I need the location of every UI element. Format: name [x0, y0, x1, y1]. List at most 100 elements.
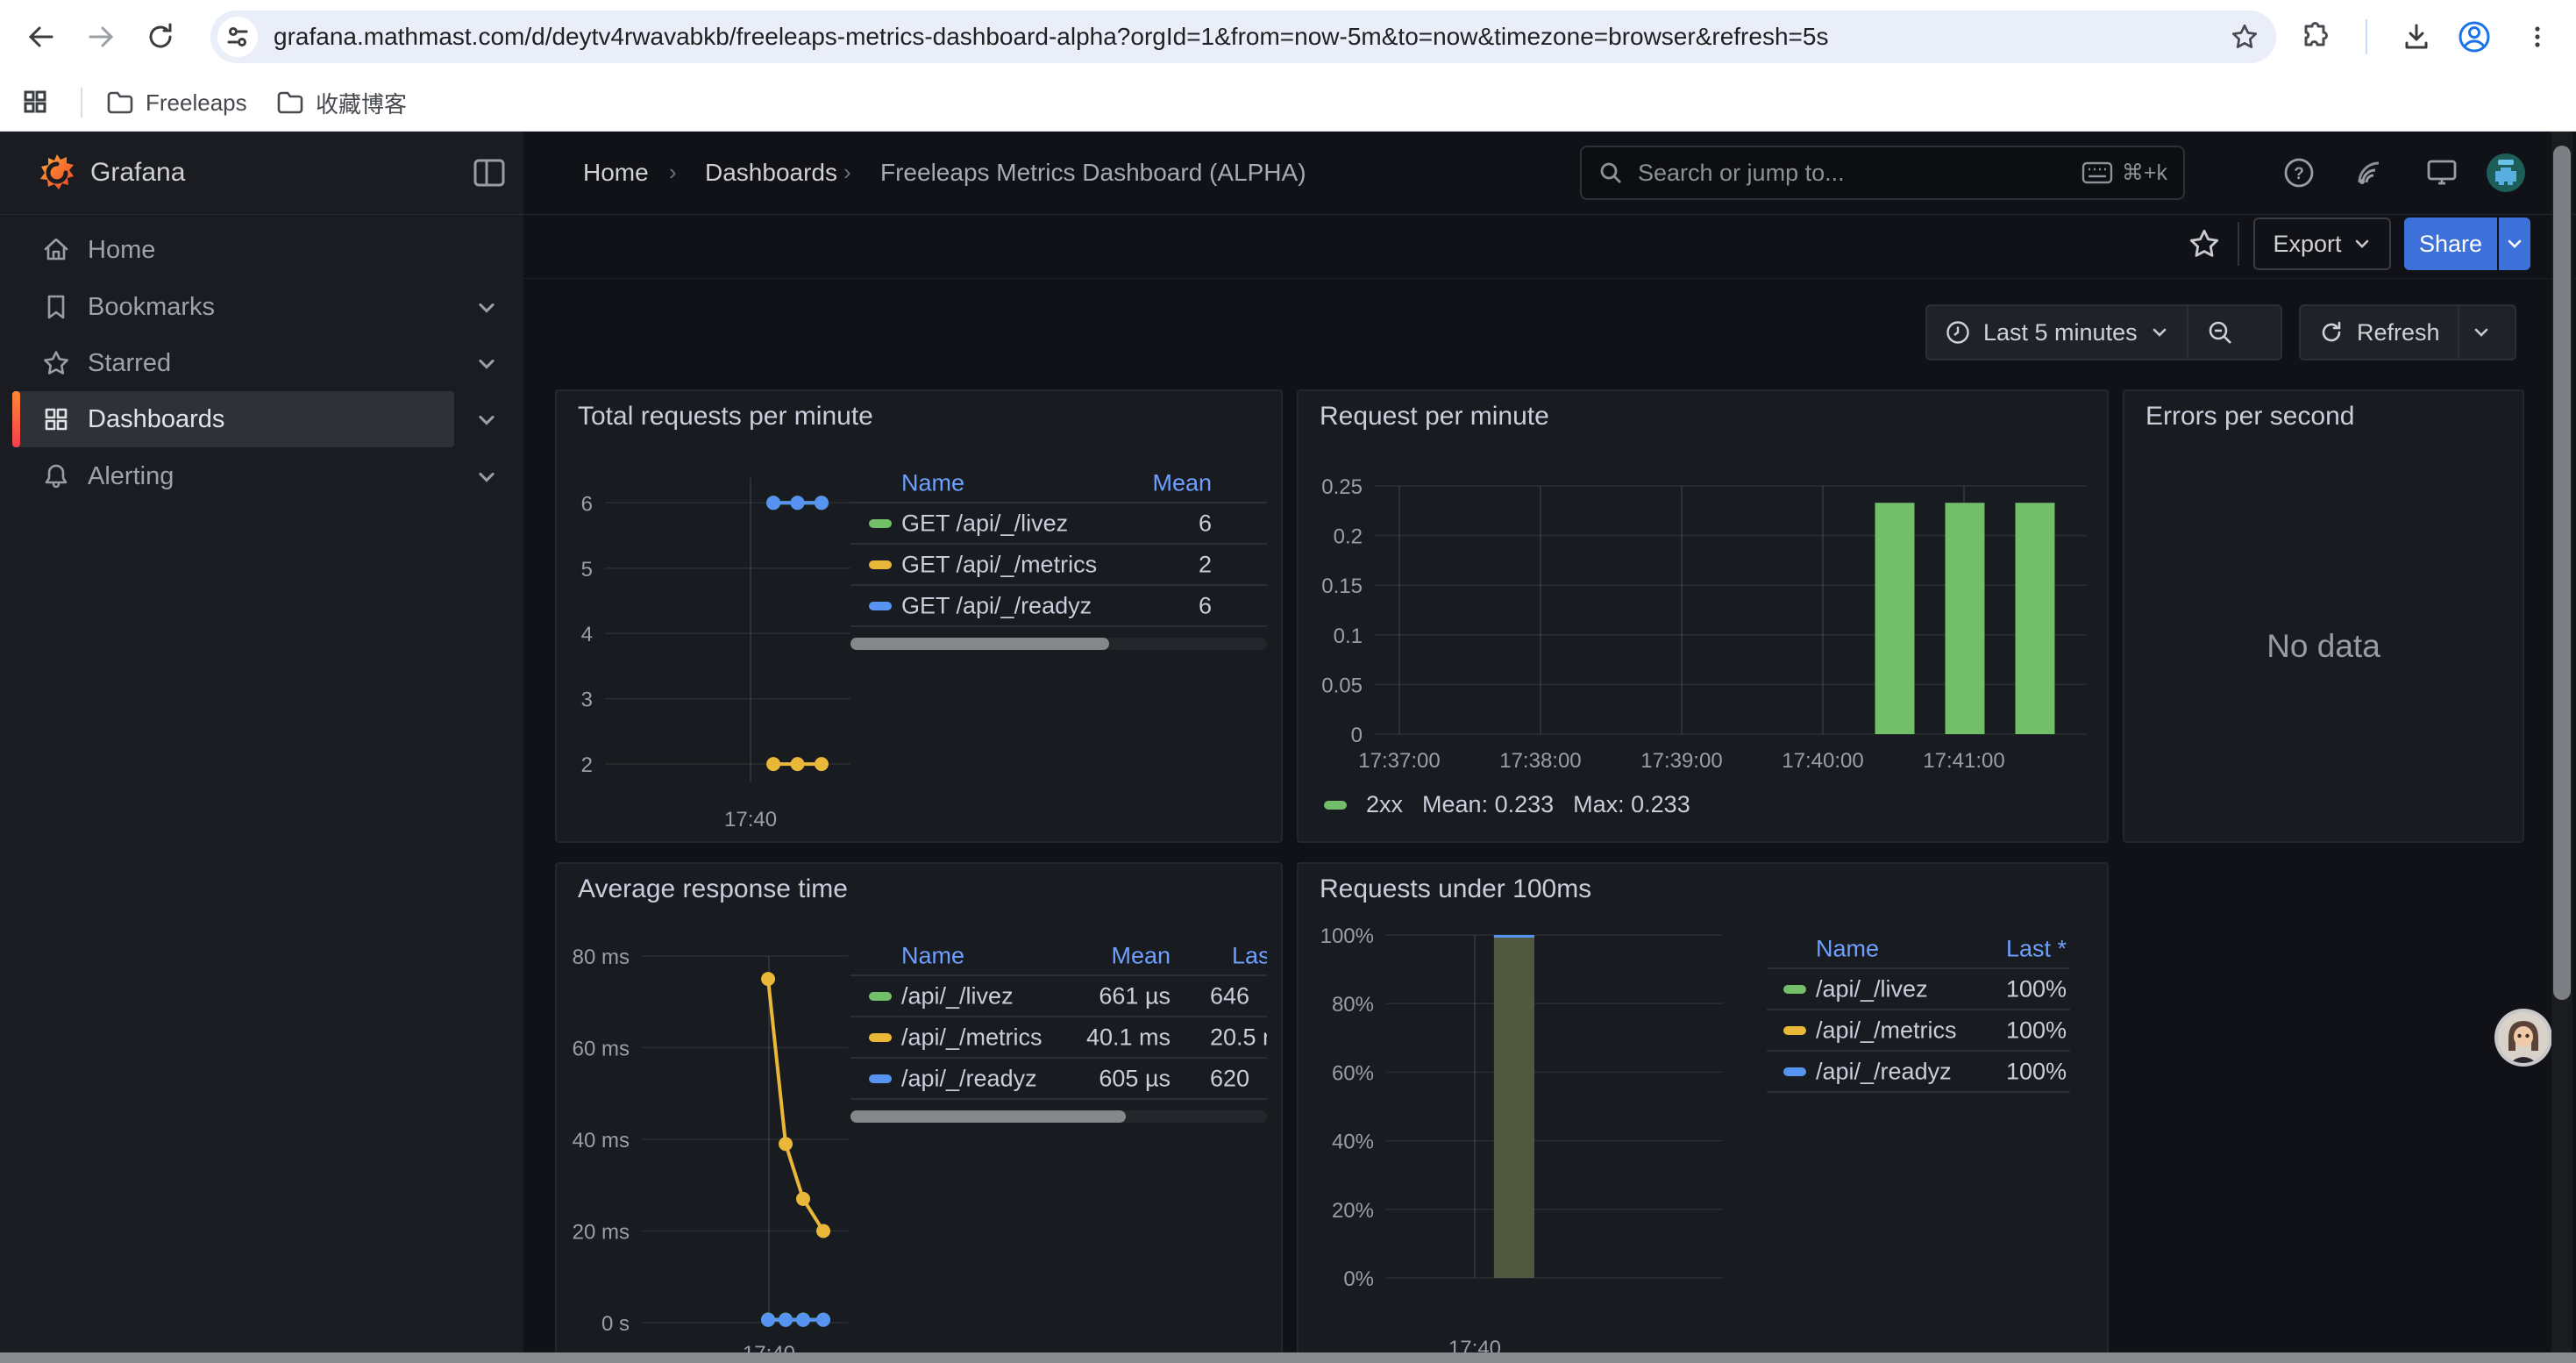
time-range-picker[interactable]: Last 5 minutes: [1927, 306, 2187, 359]
search-input[interactable]: Search or jump to... ⌘+k: [1580, 146, 2185, 200]
legend-col[interactable]: Las: [1232, 943, 1267, 970]
legend-row[interactable]: GET /api/_/livez 6: [850, 503, 1267, 545]
share-menu-button[interactable]: [2499, 218, 2530, 270]
legend-col[interactable]: Last *: [2006, 936, 2067, 963]
legend-header: Name Mean Las: [850, 938, 1267, 976]
legend-row[interactable]: /api/_/livez100%: [1767, 969, 2070, 1010]
page-scrollbar-track[interactable]: [2551, 132, 2572, 1363]
legend-inline[interactable]: 2xx Mean: 0.233 Max: 0.233: [1324, 791, 1690, 818]
folder-icon: [277, 91, 303, 114]
legend-scrollbar[interactable]: [850, 1110, 1267, 1123]
breadcrumb-dashboards[interactable]: Dashboards: [705, 159, 837, 187]
bookmarks-bar: Freeleaps 收藏博客: [0, 74, 2576, 132]
bookmark-star-icon[interactable]: [2225, 18, 2264, 56]
downloads-icon[interactable]: [2397, 18, 2436, 56]
sidebar-item-bookmarks[interactable]: Bookmarks: [12, 279, 511, 335]
legend-row[interactable]: /api/_/readyz100%: [1767, 1052, 2070, 1093]
grafana-logo[interactable]: [37, 153, 77, 195]
sidebar-toggle-icon[interactable]: [472, 156, 507, 189]
legend-row[interactable]: /api/_/metrics40.1 ms20.5 r: [850, 1017, 1267, 1059]
browser-forward-button[interactable]: [82, 18, 120, 56]
kiosk-monitor-icon[interactable]: [2420, 151, 2464, 195]
zoom-out-button[interactable]: [2188, 306, 2252, 359]
svg-text:4: 4: [581, 623, 593, 646]
legend-row[interactable]: /api/_/readyz605 µs620: [850, 1059, 1267, 1100]
site-settings-icon[interactable]: [217, 17, 258, 57]
series-name: /api/_/metrics: [1816, 1017, 1957, 1044]
legend-col-name[interactable]: Name: [1816, 936, 1879, 963]
horizontal-scrollbar[interactable]: [0, 1352, 2576, 1363]
svg-text:40%: 40%: [1332, 1131, 1374, 1154]
home-icon: [41, 235, 71, 265]
search-shortcut: ⌘+k: [2081, 160, 2167, 186]
browser-reload-button[interactable]: [141, 18, 180, 56]
svg-text:20%: 20%: [1332, 1199, 1374, 1223]
breadcrumb-home[interactable]: Home: [583, 159, 649, 187]
series-name: /api/_/readyz: [1816, 1058, 1952, 1085]
page-scrollbar-thumb[interactable]: [2553, 146, 2571, 1000]
favorite-star-icon[interactable]: [2187, 226, 2222, 261]
series-name: 2xx: [1366, 791, 1403, 818]
sidebar-item-label: Home: [88, 236, 155, 265]
series-value: 2: [1199, 551, 1212, 578]
series-max: Max: 0.233: [1573, 791, 1690, 818]
sidebar-item-alerting[interactable]: Alerting: [12, 448, 511, 504]
series-name: /api/_/livez: [1816, 975, 1928, 1003]
help-icon[interactable]: ?: [2277, 151, 2321, 195]
search-icon: [1598, 160, 1624, 186]
svg-text:17:41:00: 17:41:00: [1923, 749, 2004, 773]
url-text[interactable]: grafana.mathmast.com/d/deytv4rwavabkb/fr…: [274, 23, 2225, 51]
legend-col[interactable]: Mean: [1111, 943, 1171, 970]
sidebar-item-label: Alerting: [88, 462, 174, 491]
legend-col[interactable]: Mean: [1152, 470, 1212, 497]
export-button[interactable]: Export: [2253, 218, 2391, 270]
bookmark-label: 收藏博客: [316, 87, 407, 119]
legend-scrollbar-thumb[interactable]: [850, 1110, 1126, 1123]
clock-icon: [1945, 319, 1971, 346]
news-rss-icon[interactable]: [2347, 151, 2391, 195]
svg-text:17:40: 17:40: [724, 808, 777, 831]
apps-grid-icon[interactable]: [16, 82, 54, 121]
refresh-interval-button[interactable]: [2459, 306, 2503, 359]
chevron-down-icon: [2150, 323, 2169, 342]
legend-row[interactable]: GET /api/_/metrics2: [850, 545, 1267, 586]
legend-scrollbar-thumb[interactable]: [850, 638, 1109, 650]
legend-row[interactable]: /api/_/livez661 µs646: [850, 976, 1267, 1017]
refresh-button[interactable]: Refresh: [2301, 306, 2458, 359]
extensions-icon[interactable]: [2296, 18, 2335, 56]
toolbar-divider: [2238, 222, 2239, 266]
star-icon: [41, 348, 71, 378]
sidebar-item-home[interactable]: Home: [12, 222, 511, 278]
user-avatar[interactable]: [2484, 151, 2528, 195]
chevron-down-icon: [2505, 234, 2524, 253]
sidebar-item-dashboards[interactable]: Dashboards: [12, 391, 454, 447]
breadcrumb-current: Freeleaps Metrics Dashboard (ALPHA): [880, 159, 1306, 187]
legend-header: Name Mean: [850, 465, 1267, 503]
bar-chart[interactable]: 0.250.20.150.10.05017:37:0017:38:0017:39…: [1299, 391, 2107, 841]
legend-col-name[interactable]: Name: [901, 470, 964, 497]
share-button[interactable]: Share: [2404, 218, 2497, 270]
browser-back-button[interactable]: [22, 18, 60, 56]
series-value: 40.1 ms: [1086, 1024, 1171, 1051]
legend-scrollbar[interactable]: [850, 638, 1267, 650]
profile-icon[interactable]: [2455, 18, 2494, 56]
sidebar-item-starred[interactable]: Starred: [12, 335, 511, 391]
bookmark-folder-blogs[interactable]: 收藏博客: [265, 81, 419, 125]
legend-row[interactable]: GET /api/_/readyz6: [850, 586, 1267, 627]
chevron-down-icon: [475, 353, 498, 375]
legend-row[interactable]: /api/_/metrics100%: [1767, 1010, 2070, 1052]
bookmark-folder-freeleaps[interactable]: Freeleaps: [95, 81, 260, 125]
address-bar[interactable]: grafana.mathmast.com/d/deytv4rwavabkb/fr…: [210, 11, 2276, 63]
series-name: GET /api/_/livez: [901, 510, 1068, 537]
active-indicator: [12, 391, 20, 447]
assistant-avatar[interactable]: [2494, 1009, 2552, 1067]
svg-text:5: 5: [581, 558, 593, 582]
browser-menu-icon[interactable]: [2518, 18, 2557, 56]
legend-col-name[interactable]: Name: [901, 943, 964, 970]
series-value: 6: [1199, 510, 1212, 537]
panel-title[interactable]: Errors per second: [2145, 402, 2354, 432]
svg-text:80 ms: 80 ms: [573, 946, 630, 969]
series-value: 6: [1199, 592, 1212, 619]
no-data-message: No data: [2124, 628, 2523, 665]
bell-icon: [41, 461, 71, 491]
